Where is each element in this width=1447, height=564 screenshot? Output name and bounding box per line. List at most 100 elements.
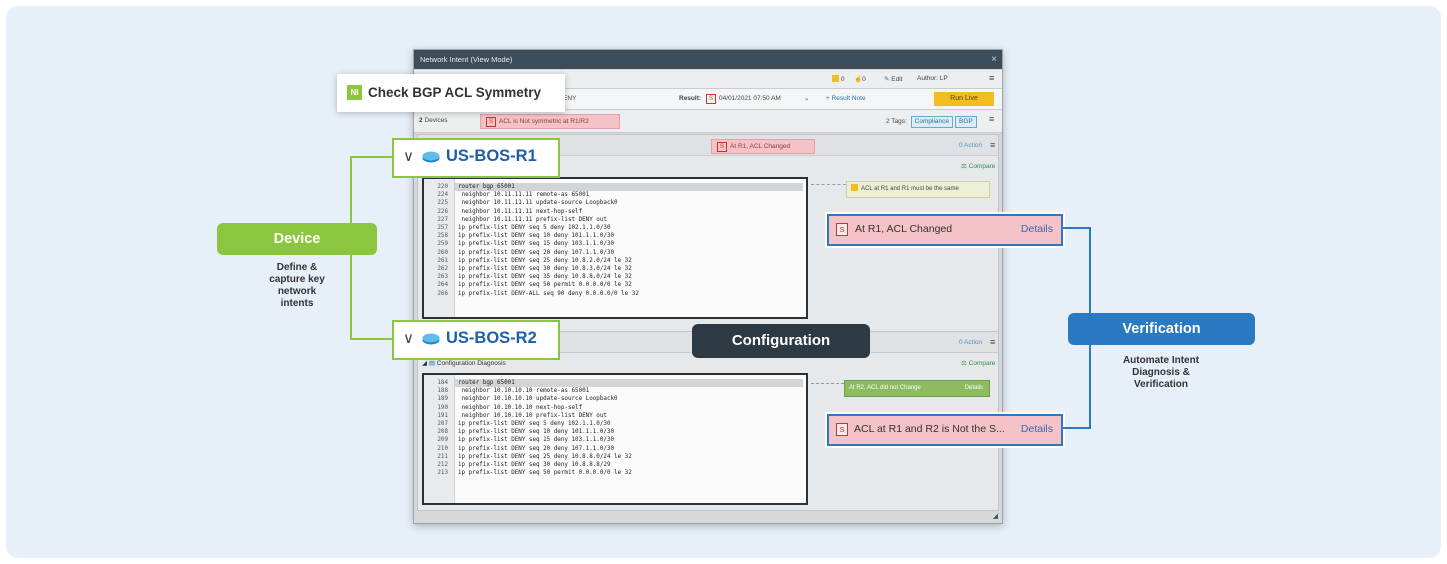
details-link[interactable]: Details bbox=[1021, 423, 1053, 435]
line-number: 210 bbox=[437, 445, 448, 452]
config-line: 257 ip prefix-list DENY seq 5 deny 102.1.… bbox=[424, 224, 806, 232]
config-line: 261 ip prefix-list DENY seq 25 deny 10.8.… bbox=[424, 257, 806, 265]
tag-bgp[interactable]: BGP bbox=[954, 116, 977, 128]
resize-grip-icon[interactable]: ◢ bbox=[993, 512, 998, 520]
severity-icon: S bbox=[836, 223, 848, 236]
config-line: 258 ip prefix-list DENY seq 10 deny 101.1… bbox=[424, 232, 806, 240]
line-text: router bgp 65001 bbox=[458, 184, 515, 190]
severity-icon: S bbox=[706, 94, 717, 104]
line-number: 211 bbox=[437, 453, 448, 460]
device-label-r2[interactable]: ∨ US-BOS-R2 bbox=[392, 320, 560, 360]
line-text: ip prefix-list DENY seq 10 deny 101.1.1.… bbox=[458, 429, 615, 436]
line-number: 188 bbox=[437, 388, 448, 395]
line-text: neighbor 10.11.11.11 remote-as 65001 bbox=[458, 192, 590, 199]
window-titlebar: Network Intent (View Mode) × bbox=[414, 50, 1002, 69]
chevron-down-icon[interactable]: ⌄ bbox=[804, 94, 809, 102]
line-text: neighbor 10.10.10.10 update-source Loopb… bbox=[458, 396, 618, 403]
line-text: neighbor 10.10.10.10 prefix-list DENY ou… bbox=[458, 412, 607, 419]
alert-count[interactable]: 0 bbox=[832, 75, 844, 83]
line-text: ip prefix-list DENY seq 15 deny 103.1.1.… bbox=[458, 241, 615, 248]
compare-icon: ⚖ bbox=[961, 163, 967, 170]
menu-icon[interactable]: ≡ bbox=[989, 114, 994, 124]
config-line: 266 ip prefix-list DENY-ALL seq 90 deny 0… bbox=[424, 290, 806, 298]
configuration-diagnosis-label[interactable]: ◢ ▤ Configuration Diagnosis bbox=[422, 359, 506, 367]
config-line: 225 neighbor 10.11.11.11 update-source L… bbox=[424, 199, 806, 207]
line-number: 261 bbox=[437, 257, 448, 264]
callout-acl-not-same[interactable]: S ACL at R1 and R2 is Not the S... Detai… bbox=[827, 414, 1063, 446]
device-description: Define & capture key network intents bbox=[269, 262, 325, 309]
action-link[interactable]: 0 Action bbox=[959, 339, 982, 346]
author-label: Author: LP bbox=[917, 75, 948, 82]
line-text: ip prefix-list DENY seq 30 deny 10.8.3.0… bbox=[458, 266, 632, 272]
window-title: Network Intent (View Mode) bbox=[420, 55, 513, 64]
line-number: 259 bbox=[437, 241, 448, 248]
network-intent-window: Network Intent (View Mode) × 0 ☝0 ✎ Edit… bbox=[413, 49, 1003, 524]
config-line: 210 ip prefix-list DENY seq 20 deny 107.1… bbox=[424, 445, 806, 453]
note-connector bbox=[811, 184, 846, 185]
line-text: ip prefix-list DENY seq 25 deny 10.8.2.0… bbox=[458, 257, 632, 264]
chevron-down-icon[interactable]: ∨ bbox=[403, 329, 414, 347]
line-number: 262 bbox=[437, 266, 448, 272]
menu-icon[interactable]: ≡ bbox=[990, 140, 995, 150]
compare-link[interactable]: ⚖ Compare bbox=[961, 359, 995, 367]
device-name: US-BOS-R1 bbox=[446, 147, 537, 165]
result-label: Result: bbox=[679, 95, 702, 102]
line-number: 258 bbox=[437, 233, 448, 240]
config-line: 189 neighbor 10.10.10.10 update-source L… bbox=[424, 395, 806, 403]
config-line: 259 ip prefix-list DENY seq 15 deny 103.1… bbox=[424, 240, 806, 248]
menu-icon[interactable]: ≡ bbox=[989, 73, 994, 83]
config-line: 227 neighbor 10.11.11.11 prefix-list DEN… bbox=[424, 216, 806, 224]
run-live-button[interactable]: Run Live bbox=[934, 92, 994, 106]
edit-link[interactable]: ✎ Edit bbox=[884, 75, 902, 83]
device-header-alert[interactable]: S At R1, ACL Changed bbox=[711, 139, 815, 154]
document-icon: ▤ bbox=[428, 360, 435, 367]
device-alert[interactable]: S ACL is Not symmetric at R1/R2 bbox=[480, 114, 620, 129]
line-number: 184 bbox=[437, 380, 448, 386]
config-line: 184 router bgp 65001 bbox=[424, 379, 806, 387]
menu-icon[interactable]: ≡ bbox=[990, 337, 995, 347]
pencil-icon: ✎ bbox=[884, 76, 890, 83]
like-count[interactable]: ☝0 bbox=[854, 75, 866, 83]
line-number: 266 bbox=[437, 290, 448, 297]
line-text: ip prefix-list DENY seq 10 deny 101.1.1.… bbox=[458, 233, 615, 240]
line-text: neighbor 10.11.11.11 prefix-list DENY ou… bbox=[458, 216, 607, 223]
compare-icon: ⚖ bbox=[961, 360, 967, 367]
close-icon[interactable]: × bbox=[991, 50, 997, 69]
result-note-link[interactable]: + Result Note bbox=[826, 95, 866, 102]
line-number: 224 bbox=[437, 192, 448, 199]
configuration-pill: Configuration bbox=[692, 324, 870, 358]
line-text: neighbor 10.10.10.10 next-hop-self bbox=[458, 404, 583, 411]
result-value[interactable]: S 04/01/2021 07:50 AM bbox=[706, 94, 781, 104]
details-link[interactable]: Details bbox=[1021, 223, 1053, 235]
callout-r1-acl-changed[interactable]: S At R1, ACL Changed Details bbox=[827, 214, 1063, 246]
thumbs-up-icon: ☝ bbox=[854, 76, 863, 83]
line-number: 212 bbox=[437, 462, 448, 468]
action-link[interactable]: 0 Action bbox=[959, 142, 982, 149]
line-text: ip prefix-list DENY seq 35 deny 10.8.8.0… bbox=[458, 274, 632, 281]
note-icon bbox=[851, 184, 858, 191]
status-details-link[interactable]: Details bbox=[965, 381, 983, 396]
severity-icon: S bbox=[836, 423, 848, 436]
router-icon bbox=[422, 151, 440, 163]
config-line: 260 ip prefix-list DENY seq 20 deny 107.1… bbox=[424, 249, 806, 257]
config-line: 188 neighbor 10.10.10.10 remote-as 65001 bbox=[424, 387, 806, 395]
line-number: 191 bbox=[437, 412, 448, 419]
intent-title-box: NI Check BGP ACL Symmetry bbox=[337, 74, 565, 112]
device-label-r1[interactable]: ∨ US-BOS-R1 bbox=[392, 138, 560, 178]
severity-icon: S bbox=[486, 117, 497, 127]
line-text: ip prefix-list DENY seq 50 permit 0.0.0.… bbox=[458, 282, 632, 289]
verification-pill: Verification bbox=[1068, 313, 1255, 345]
line-text: ip prefix-list DENY seq 20 deny 107.1.1.… bbox=[458, 445, 615, 452]
config-line: 224 neighbor 10.11.11.11 remote-as 65001 bbox=[424, 191, 806, 199]
line-number: 260 bbox=[437, 249, 448, 256]
device-name: US-BOS-R2 bbox=[446, 329, 537, 347]
config-line: 262 ip prefix-list DENY seq 30 deny 10.8.… bbox=[424, 265, 806, 273]
r2-status[interactable]: At R2, ACL did not Change Details bbox=[844, 380, 990, 397]
chevron-down-icon[interactable]: ∨ bbox=[403, 147, 414, 165]
tag-compliance[interactable]: Compliance bbox=[910, 116, 953, 128]
compare-link[interactable]: ⚖ Compare bbox=[961, 162, 995, 170]
config-panel-r2: 184 router bgp 65001 188 neighbor 10.10.10… bbox=[422, 373, 808, 505]
config-line: 220 router bgp 65001 bbox=[424, 183, 806, 191]
line-number: 220 bbox=[437, 184, 448, 190]
line-number: 207 bbox=[437, 421, 448, 427]
